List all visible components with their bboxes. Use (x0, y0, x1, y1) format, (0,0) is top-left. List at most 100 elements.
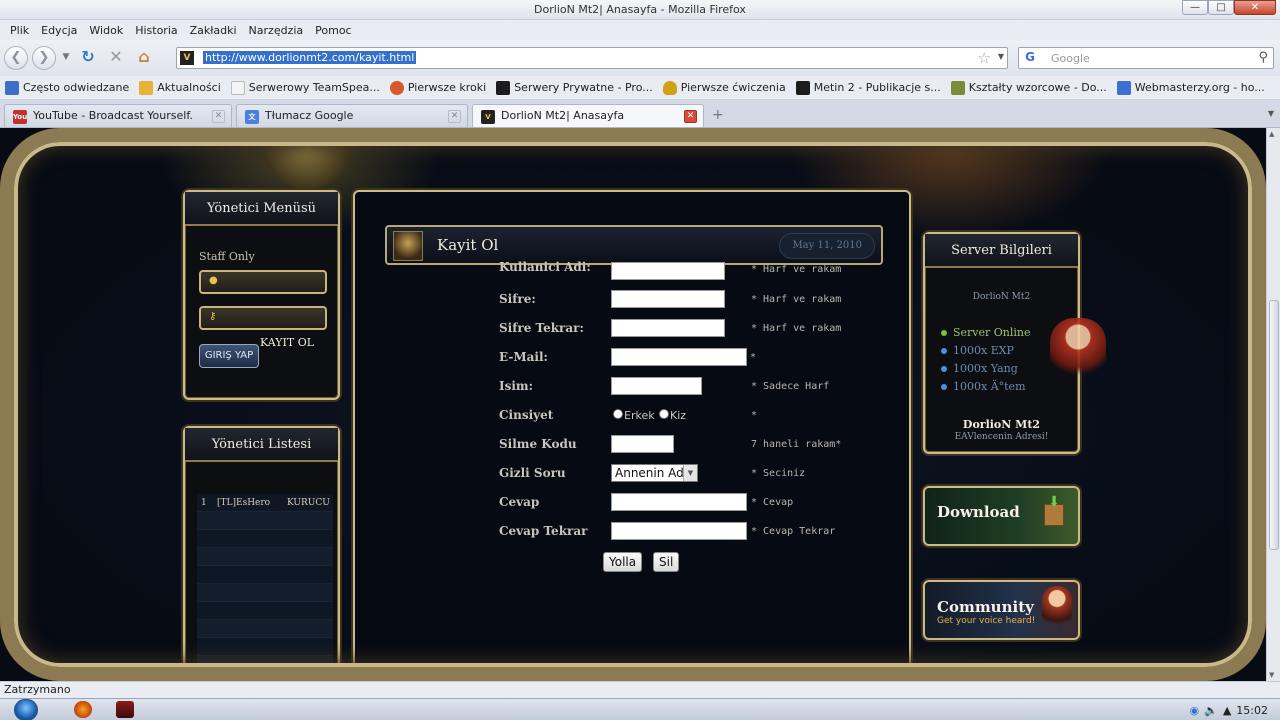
admin-row-empty (197, 530, 333, 548)
scroll-up-icon[interactable]: ▲ (1269, 130, 1274, 138)
password-repeat-input[interactable] (611, 319, 725, 337)
status-bar: Zatrzymano (0, 681, 1280, 698)
bookmark-item[interactable]: Metin 2 - Publikacje s... (791, 80, 946, 95)
google-engine-icon[interactable]: G (1022, 50, 1038, 66)
header-banner-frame (355, 128, 910, 146)
answer-label: Cevap (499, 495, 540, 509)
bookmark-item[interactable]: Aktualności (134, 80, 226, 95)
delete-code-input[interactable] (611, 435, 674, 453)
download-arrow-icon: ⬇ (1048, 494, 1060, 510)
download-title: Download (937, 503, 1020, 521)
bookmark-item[interactable]: Serwerowy TeamSpea... (226, 80, 385, 95)
menu-bar: Plik Edycja Widok Historia Zakładki Narz… (0, 20, 1280, 40)
community-title: Community (937, 598, 1034, 616)
post-title: Kayit Ol (437, 236, 499, 254)
search-icon[interactable]: ⚲ (1258, 50, 1268, 65)
submit-button[interactable]: Yolla (603, 552, 643, 572)
delete-code-hint: 7 haneli rakam* (751, 439, 842, 450)
arrow-right-icon: ❯ (38, 50, 50, 65)
search-bar[interactable]: G Google ⚲ (1018, 47, 1274, 69)
home-button[interactable]: ⌂ (132, 46, 156, 70)
minimize-button[interactable]: — (1182, 0, 1208, 15)
menu-pomoc[interactable]: Pomoc (309, 24, 357, 37)
forward-button[interactable]: ❯ (32, 46, 56, 70)
status-dot-icon (941, 330, 947, 336)
close-window-button[interactable]: ✕ (1234, 0, 1276, 15)
post-header: Kayit Ol May 11, 2010 (385, 225, 883, 265)
answer-input[interactable] (611, 493, 747, 511)
back-button[interactable]: ❮ (4, 46, 28, 70)
bookmark-star-icon[interactable]: ☆ (978, 49, 991, 67)
new-tab-button[interactable]: + (712, 107, 724, 123)
admin-row-empty (197, 656, 333, 674)
url-bar[interactable]: V http://www.dorlionmt2.com/kayit.html ☆… (176, 47, 1008, 69)
tab-list-dropdown-icon[interactable]: ▼ (1268, 109, 1274, 118)
firefox-icon (389, 80, 404, 95)
gender-female-label[interactable]: Kiz (670, 409, 686, 422)
close-tab-icon[interactable]: ✕ (448, 110, 461, 123)
menu-plik[interactable]: Plik (4, 24, 35, 37)
chevron-down-icon[interactable]: ▼ (683, 465, 697, 481)
menu-edycja[interactable]: Edycja (35, 24, 83, 37)
bookmark-item[interactable]: Pierwsze kroki (385, 80, 491, 95)
reset-button[interactable]: Sil (653, 552, 680, 572)
history-dropdown-button[interactable]: ▼ (60, 46, 72, 70)
app-taskbar-icon[interactable] (116, 701, 134, 718)
server-item-rate: 1000x Ä°tem (941, 380, 1026, 393)
bookmark-item[interactable]: Kształty wzorcowe - Do... (946, 80, 1112, 95)
menu-narzedzia[interactable]: Narzędzia (243, 24, 310, 37)
tab-dorlion[interactable]: V DorlioN Mt2| Anasayfa ✕ (472, 104, 704, 127)
bookmark-item[interactable]: Pierwsze ćwiczenia (658, 80, 791, 95)
scrollbar-thumb[interactable] (1269, 300, 1279, 550)
staff-password-input[interactable]: ⚷ (199, 306, 327, 330)
clock[interactable]: 15:02 (1236, 704, 1268, 717)
maximize-button[interactable]: □ (1208, 0, 1234, 15)
gender-male-label[interactable]: Erkek (624, 409, 655, 422)
tab-youtube[interactable]: You YouTube - Broadcast Yourself. ✕ (4, 104, 232, 127)
admin-row-empty (197, 548, 333, 566)
download-banner[interactable]: Download ⬇ (923, 486, 1080, 546)
password-input[interactable] (611, 290, 725, 308)
window-titlebar: DorlioN Mt2| Anasayfa - Mozilla Firefox … (0, 0, 1280, 20)
close-tab-icon[interactable]: ✕ (212, 110, 225, 123)
username-hint: * Harf ve rakam (751, 264, 842, 275)
tray-arrow-icon[interactable]: ▲ (1223, 704, 1231, 717)
user-icon: ● (209, 275, 218, 286)
url-dropdown-icon[interactable]: ▼ (998, 52, 1004, 61)
bookmark-item[interactable]: Webmasterzy.org - ho... (1112, 80, 1270, 95)
menu-historia[interactable]: Historia (129, 24, 183, 37)
url-text[interactable]: http://www.dorlionmt2.com/kayit.html (203, 51, 417, 64)
start-button[interactable] (14, 699, 38, 720)
flame-icon (662, 80, 677, 95)
username-input[interactable] (611, 262, 725, 280)
email-input[interactable] (611, 348, 747, 366)
stop-button[interactable]: ✕ (104, 46, 128, 70)
staff-username-input[interactable]: ● (199, 270, 327, 294)
page-scrollbar[interactable]: ▲ ▼ (1266, 128, 1280, 681)
admin-name[interactable]: [TL]EsHero (213, 498, 283, 508)
register-link[interactable]: KAYIT OL (260, 336, 314, 349)
firefox-taskbar-icon[interactable] (74, 701, 92, 718)
menu-widok[interactable]: Widok (83, 24, 129, 37)
network-icon[interactable]: ◉ (1190, 704, 1200, 717)
secret-question-select[interactable]: Annenin Adi ▼ (611, 464, 698, 482)
menu-zakladki[interactable]: Zakładki (184, 24, 243, 37)
login-button[interactable]: GIRIŞ YAP (199, 344, 259, 368)
close-tab-icon[interactable]: ✕ (684, 110, 697, 123)
tab-google-translate[interactable]: 文 Tłumacz Google ✕ (236, 104, 468, 127)
bookmark-item[interactable]: Często odwiedzane (0, 80, 134, 95)
community-banner[interactable]: Community Get your voice heard! (923, 580, 1080, 640)
answer-repeat-input[interactable] (611, 522, 747, 540)
admin-rank: 1 (201, 497, 207, 508)
gender-female-radio[interactable] (659, 409, 669, 419)
delete-code-label: Silme Kodu (499, 437, 577, 451)
site-icon (950, 80, 965, 95)
post-avatar (393, 231, 423, 261)
scroll-down-icon[interactable]: ▼ (1269, 671, 1274, 679)
secret-question-value: Annenin Adi (615, 466, 688, 480)
gender-male-radio[interactable] (613, 409, 623, 419)
reload-button[interactable]: ↻ (76, 46, 100, 70)
name-input[interactable] (611, 377, 702, 395)
bookmark-item[interactable]: Serwery Prywatne - Pro... (491, 80, 658, 95)
volume-icon[interactable]: 🔈 (1204, 704, 1218, 717)
